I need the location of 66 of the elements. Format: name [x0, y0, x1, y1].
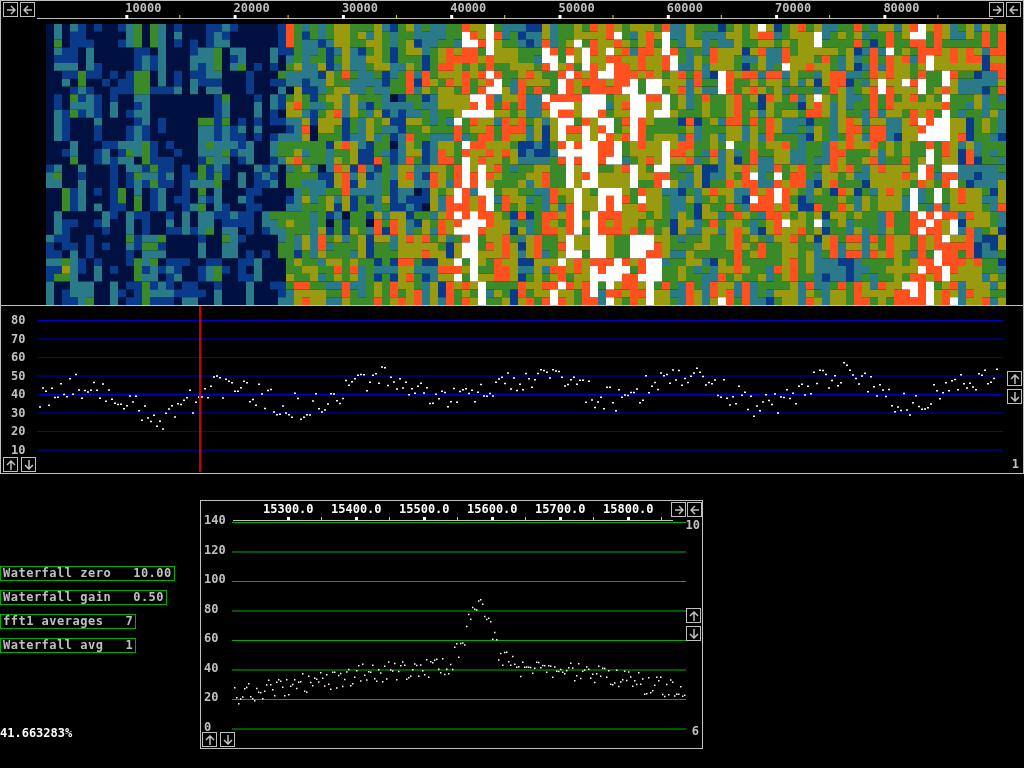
scale-up-button[interactable] — [686, 608, 701, 623]
level-label: 30 — [11, 405, 26, 420]
arrow-up-icon — [1009, 373, 1020, 384]
scale-label: 10 — [685, 519, 700, 532]
level-label: 80 — [11, 313, 26, 327]
channel-label: 1 — [1011, 457, 1019, 471]
level-label: 80 — [204, 601, 219, 616]
level-label: 60 — [11, 350, 26, 364]
frequency-label: 70000 — [775, 2, 812, 15]
scale-up-button[interactable] — [3, 457, 18, 472]
frequency-label: 10000 — [125, 2, 162, 15]
arrow-left-icon — [22, 4, 33, 15]
parameter-field[interactable]: fft1 averages 7 — [0, 614, 137, 629]
scroll-left-button[interactable] — [687, 502, 702, 517]
scroll-right-button[interactable] — [3, 2, 18, 17]
frequency-label: 80000 — [883, 2, 920, 15]
parameter-field[interactable]: Waterfall gain 0.50 — [0, 590, 168, 605]
arrow-left-icon — [689, 504, 700, 515]
level-label: 0 — [204, 719, 212, 734]
level-label: 50 — [11, 368, 26, 383]
scale-down-button[interactable] — [1007, 389, 1022, 404]
frequency-label: 60000 — [666, 2, 703, 15]
frequency-label: 50000 — [558, 2, 595, 15]
frequency-label: 30000 — [341, 2, 378, 15]
scroll-right-button[interactable] — [671, 502, 686, 517]
arrow-down-icon — [688, 628, 699, 639]
frequency-label: 15800.0 — [603, 503, 654, 516]
arrow-down-icon — [1009, 391, 1020, 402]
frequency-label: 15600.0 — [467, 503, 518, 516]
scale-down-button[interactable] — [220, 732, 235, 747]
arrow-right-icon — [991, 4, 1002, 15]
level-label: 10 — [11, 442, 26, 457]
scroll-left-button[interactable] — [1006, 2, 1021, 17]
scale-down-button[interactable] — [21, 457, 36, 472]
arrow-right-icon — [673, 504, 684, 515]
level-label: 20 — [204, 690, 219, 704]
arrow-up-icon — [204, 734, 215, 745]
arrow-up-icon — [5, 459, 16, 470]
scale-up-button[interactable] — [1007, 371, 1022, 386]
level-label: 20 — [11, 424, 26, 438]
level-label: 100 — [204, 572, 226, 586]
level-label: 120 — [204, 542, 226, 557]
frequency-label: 40000 — [450, 2, 487, 15]
parameter-field[interactable]: Waterfall avg 1 — [0, 638, 137, 653]
frequency-label: 15400.0 — [331, 503, 382, 516]
status-percent: 41.663283% — [0, 726, 73, 740]
level-label: 140 — [204, 513, 226, 527]
level-label: 60 — [204, 631, 219, 645]
arrow-up-icon — [688, 610, 699, 621]
scroll-left-button[interactable] — [20, 2, 35, 17]
arrow-down-icon — [23, 459, 34, 470]
frequency-label: 15300.0 — [263, 503, 314, 516]
level-label: 70 — [11, 331, 26, 346]
arrow-down-icon — [222, 734, 233, 745]
parameter-field[interactable]: Waterfall zero 10.00 — [0, 566, 175, 581]
scale-down-button[interactable] — [686, 626, 701, 641]
frequency-label: 20000 — [233, 2, 270, 15]
level-label: 40 — [11, 387, 26, 401]
scroll-right-button[interactable] — [989, 2, 1004, 17]
frequency-label: 15700.0 — [535, 503, 586, 516]
scale-up-button[interactable] — [202, 732, 217, 747]
scale-label: 6 — [691, 725, 699, 738]
arrow-left-icon — [1008, 4, 1019, 15]
level-label: 40 — [204, 660, 219, 675]
arrow-right-icon — [5, 4, 16, 15]
frequency-label: 15500.0 — [399, 503, 450, 516]
